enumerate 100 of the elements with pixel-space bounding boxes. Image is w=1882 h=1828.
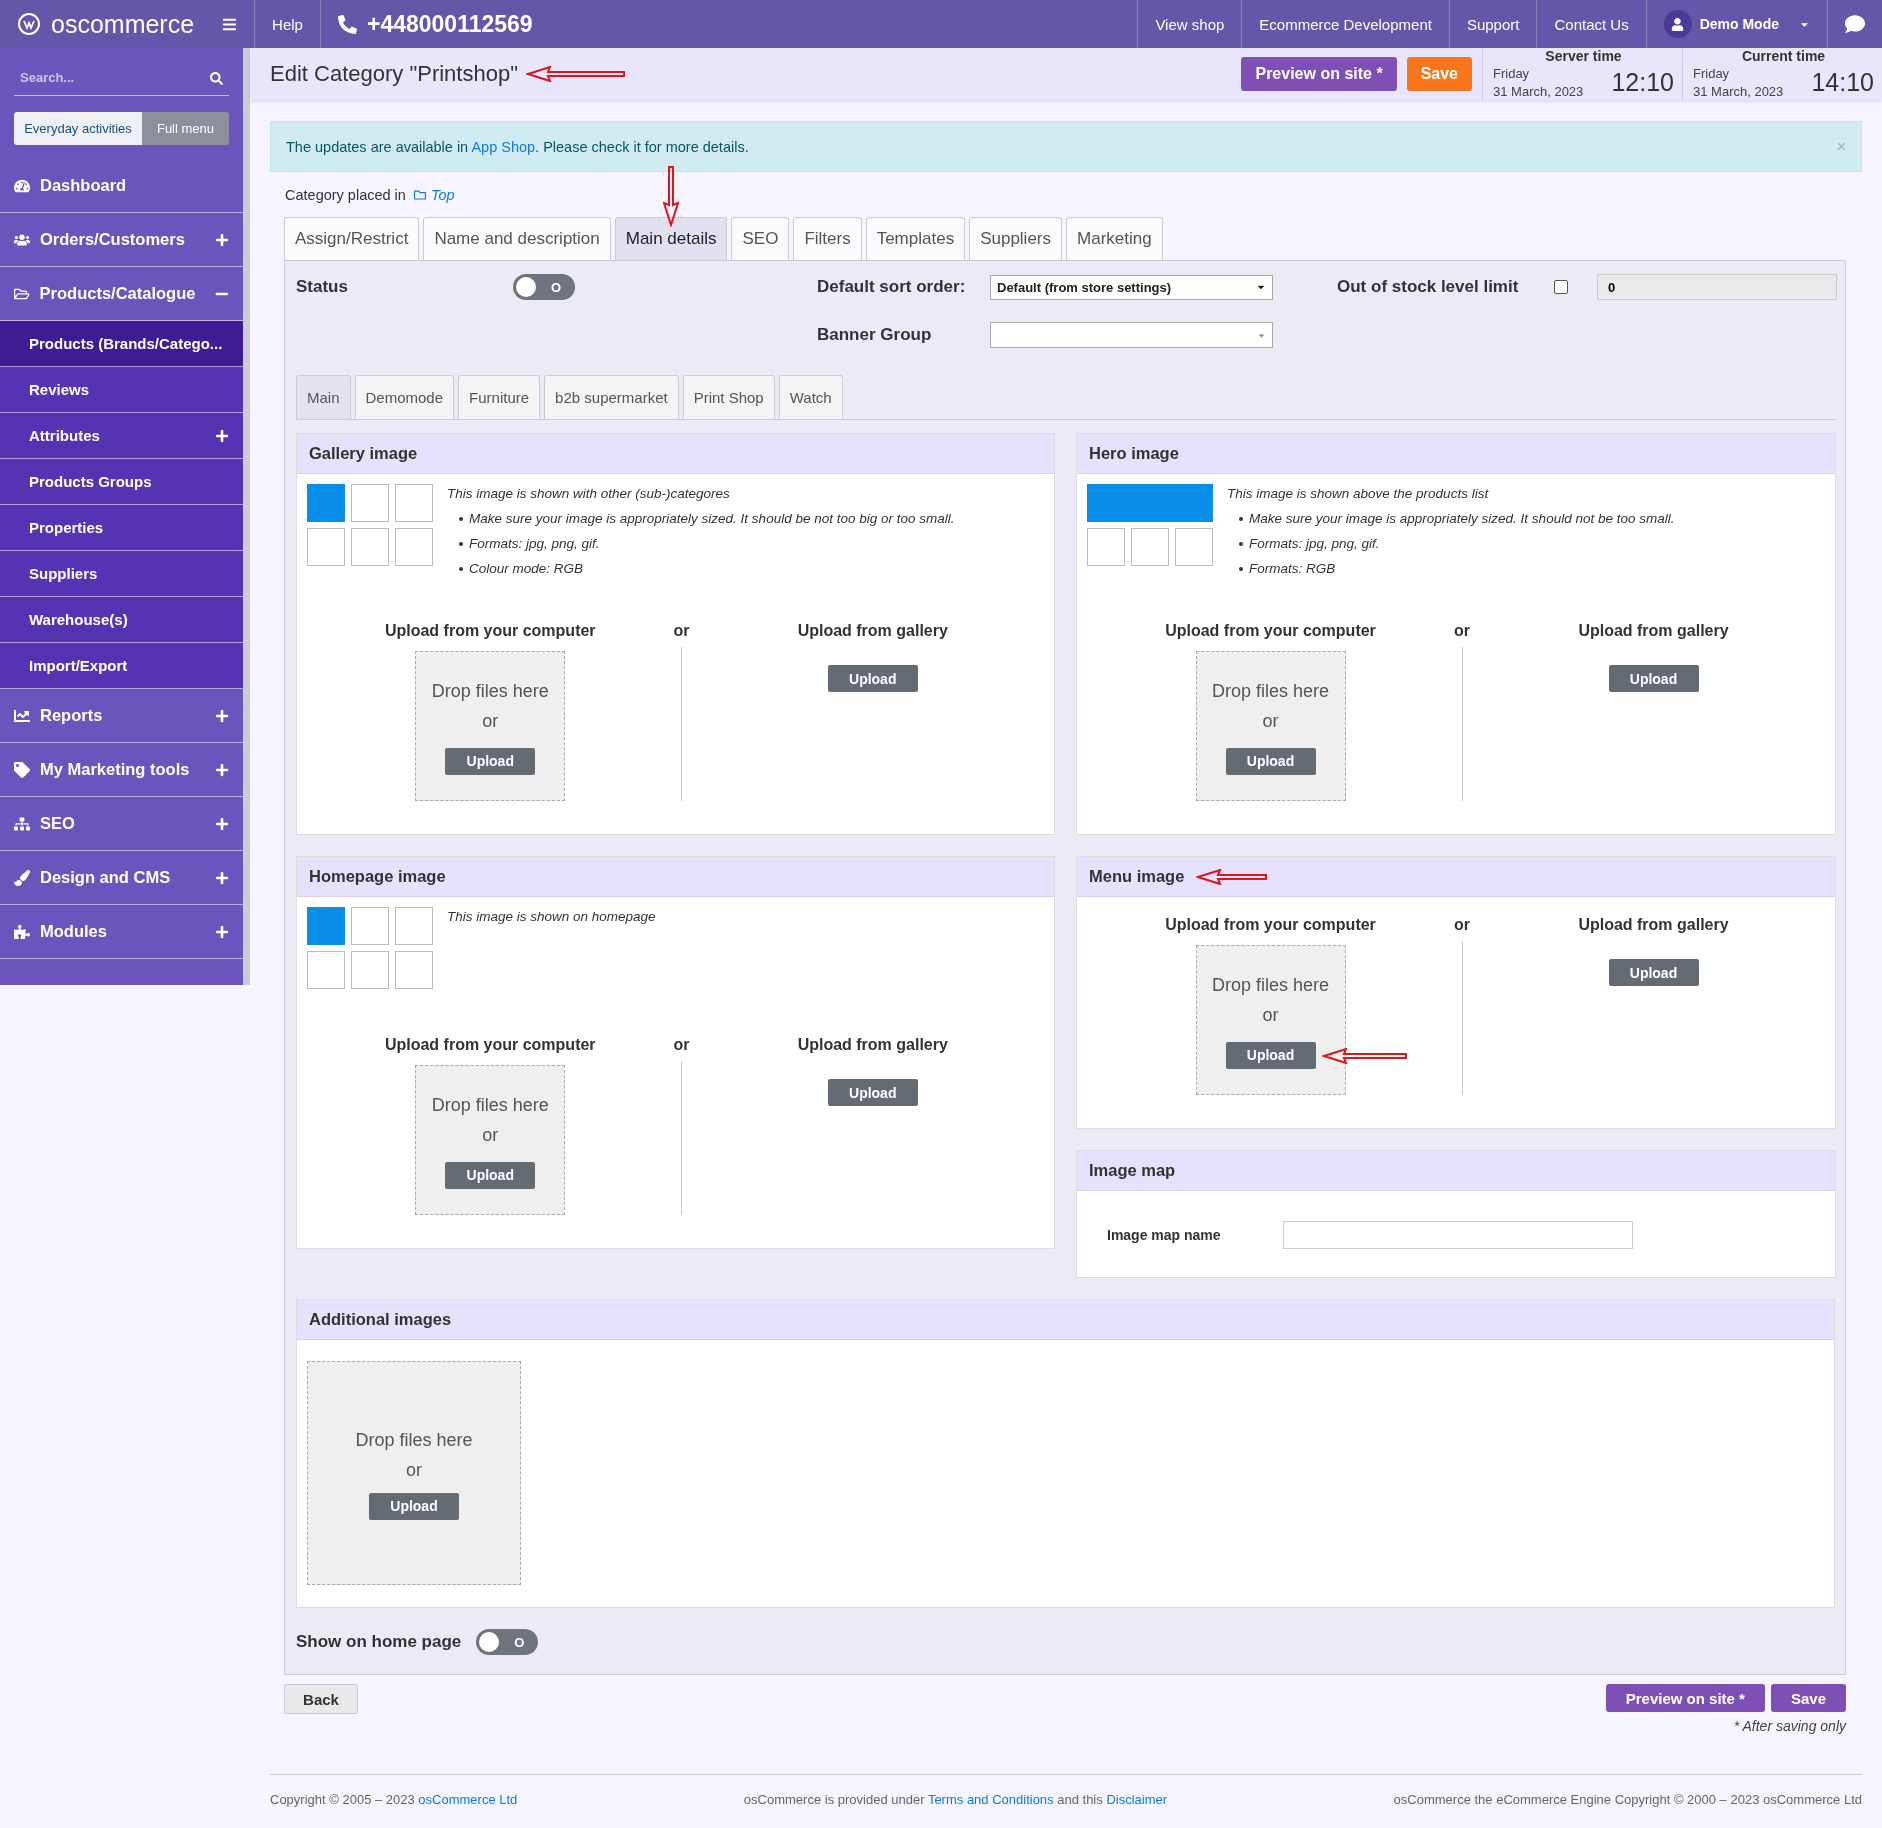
field-label: Out of stock level limit <box>1337 277 1520 297</box>
image-thumbnail[interactable] <box>395 484 433 522</box>
nav-subitem[interactable]: Properties <box>0 505 243 551</box>
field-label: Default sort order: <box>817 277 967 297</box>
chat-icon[interactable] <box>1845 14 1865 34</box>
image-thumbnail[interactable] <box>351 951 389 989</box>
nav-item[interactable]: SEO <box>0 797 243 851</box>
image-thumbnail[interactable] <box>351 528 389 566</box>
tab[interactable]: Demomode <box>354 375 455 419</box>
tab[interactable]: Suppliers <box>969 217 1062 260</box>
expand-icon[interactable] <box>215 816 229 831</box>
upload-button[interactable]: Upload <box>827 665 918 692</box>
upload-button[interactable]: Upload <box>445 747 536 775</box>
disclaimer-link[interactable]: Disclaimer <box>1106 1792 1168 1807</box>
upload-button[interactable]: Upload <box>1225 1041 1316 1069</box>
upload-heading: Upload from your computer <box>1165 621 1376 641</box>
tab[interactable]: Assign/Restrict <box>284 217 420 260</box>
nav-item[interactable]: Modules <box>0 905 243 959</box>
banner-group-select[interactable] <box>990 322 1273 348</box>
input-field[interactable]: 0 <box>1597 274 1837 300</box>
image-thumbnail[interactable] <box>395 907 433 945</box>
tab[interactable]: Templates <box>865 217 966 260</box>
nav-subitem[interactable]: Suppliers <box>0 551 243 597</box>
upload-button[interactable]: Upload <box>1608 959 1699 986</box>
nav-item[interactable]: Design and CMS <box>0 851 243 905</box>
nav-item[interactable]: My Marketing tools <box>0 743 243 797</box>
image-hint: Formats: jpg, png, gif. <box>469 535 600 553</box>
image-thumbnail[interactable] <box>307 951 345 989</box>
image-thumbnail[interactable] <box>1087 484 1213 522</box>
terms-link[interactable]: Terms and Conditions <box>927 1792 1054 1807</box>
input-field[interactable] <box>1283 1221 1633 1249</box>
expand-icon[interactable] <box>215 924 229 939</box>
nav-icon <box>14 707 30 724</box>
nav-subitem[interactable]: Warehouse(s) <box>0 597 243 643</box>
nav-subitem[interactable]: Products (Brands/Catego... <box>0 321 243 367</box>
nav-item[interactable]: Dashboard <box>0 159 243 213</box>
tab[interactable]: b2b supermarket <box>544 375 679 419</box>
toggle-switch[interactable]: O <box>513 274 575 300</box>
menu-icon[interactable] <box>222 16 238 32</box>
drop-zone[interactable]: Drop files here or Upload <box>1195 651 1346 801</box>
nav-subitem[interactable]: Import/Export <box>0 643 243 689</box>
drop-zone[interactable]: Drop files here or Upload <box>415 651 566 801</box>
back-button[interactable]: Back <box>284 1684 358 1714</box>
image-thumbnail[interactable] <box>395 528 433 566</box>
nav-item[interactable]: Orders/Customers <box>0 213 243 267</box>
image-thumbnail[interactable] <box>351 484 389 522</box>
image-thumbnail[interactable] <box>307 484 345 522</box>
toggle-switch[interactable]: O <box>476 1629 539 1655</box>
expand-icon[interactable] <box>215 232 229 247</box>
breadcrumb-label: Category placed in <box>285 187 406 203</box>
breadcrumb-link[interactable]: Top <box>413 187 455 203</box>
bullet-icon <box>459 517 463 521</box>
image-thumbnail[interactable] <box>307 907 345 945</box>
drop-zone[interactable]: Drop files here or Upload <box>307 1361 521 1585</box>
image-thumbnail[interactable] <box>307 528 345 566</box>
nav-subitem[interactable]: Reviews <box>0 367 243 413</box>
expand-icon[interactable] <box>215 708 229 723</box>
preview-button[interactable]: Preview on site * <box>1241 57 1397 91</box>
user-menu[interactable]: Demo Mode <box>1663 10 1810 38</box>
nav-subitem[interactable]: Attributes <box>0 413 243 459</box>
logo-icon <box>17 12 41 36</box>
expand-icon[interactable] <box>215 762 229 777</box>
upload-button[interactable]: Upload <box>827 1079 918 1106</box>
upload-button[interactable]: Upload <box>445 1161 536 1189</box>
tab[interactable]: SEO <box>731 217 790 260</box>
tab[interactable]: Main details <box>614 217 728 260</box>
tab[interactable]: Name and description <box>423 217 611 260</box>
panel-title: Gallery image <box>309 444 418 463</box>
drop-zone[interactable]: Drop files here or Upload <box>415 1065 566 1215</box>
tab[interactable]: Furniture <box>458 375 541 419</box>
or-separator: or <box>673 621 690 641</box>
image-thumbnail[interactable] <box>1175 528 1213 566</box>
sort-order-select[interactable]: Default (from store settings) <box>990 274 1273 300</box>
image-thumbnail[interactable] <box>1131 528 1169 566</box>
menu-mode-toggle[interactable]: Everyday activities <box>14 112 142 145</box>
logo[interactable]: oscommerce <box>51 9 195 39</box>
preview-button[interactable]: Preview on site * <box>1605 1684 1765 1712</box>
image-thumbnail[interactable] <box>351 907 389 945</box>
nav-item[interactable]: Reports <box>0 689 243 743</box>
tab[interactable]: Main <box>296 375 351 419</box>
tab[interactable]: Filters <box>793 217 862 260</box>
upload-button[interactable]: Upload <box>369 1492 459 1520</box>
upload-button[interactable]: Upload <box>1225 747 1316 775</box>
checkbox[interactable] <box>1554 280 1568 294</box>
drop-zone[interactable]: Drop files here or Upload <box>1195 945 1346 1095</box>
menu-mode-toggle[interactable]: Full menu <box>142 112 229 145</box>
tab[interactable]: Marketing <box>1066 217 1163 260</box>
image-thumbnail[interactable] <box>1087 528 1125 566</box>
save-button[interactable]: Save <box>1770 1684 1846 1712</box>
upload-button[interactable]: Upload <box>1608 665 1699 692</box>
image-thumbnail[interactable] <box>395 951 433 989</box>
expand-icon[interactable] <box>215 870 229 885</box>
alert-message: The updates are available in App Shop. Please check it for more details. <box>286 138 749 155</box>
nav-subitem[interactable]: Products Groups <box>0 459 243 505</box>
drop-hint: or <box>1262 1003 1279 1027</box>
tab[interactable]: Watch <box>778 375 843 419</box>
tab[interactable]: Print Shop <box>682 375 775 419</box>
search-icon[interactable] <box>210 72 223 85</box>
expand-icon[interactable] <box>215 428 229 443</box>
company-link[interactable]: osCommerce Ltd <box>418 1792 518 1807</box>
